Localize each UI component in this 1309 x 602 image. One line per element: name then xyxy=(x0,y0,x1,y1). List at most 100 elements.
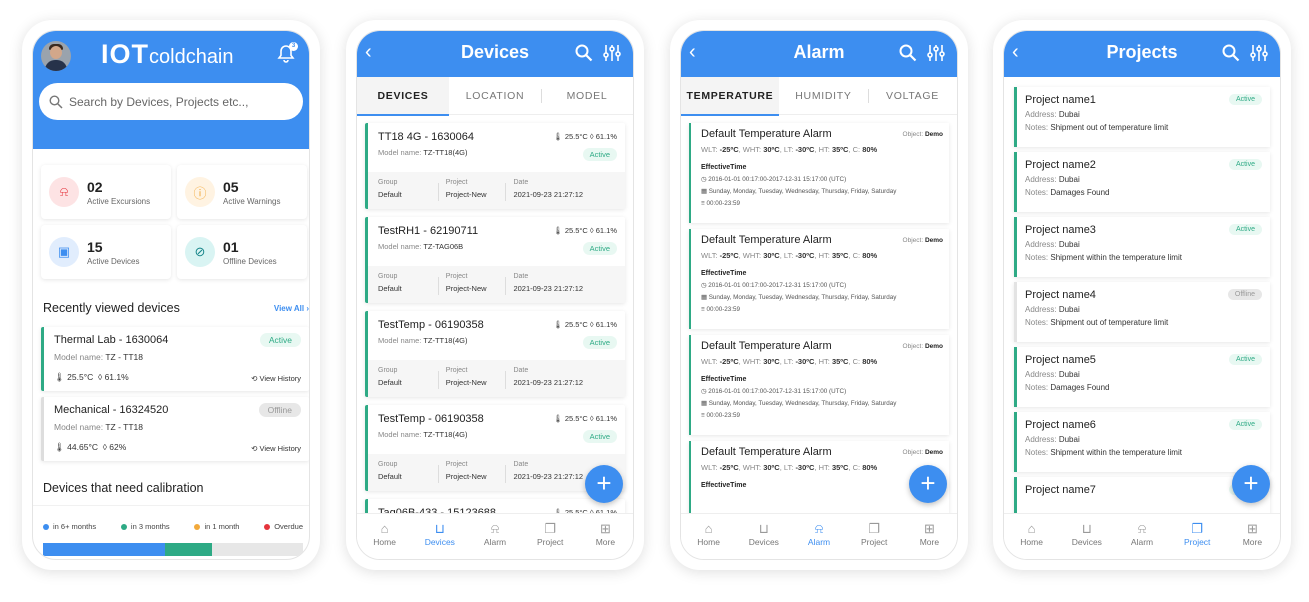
recent-section-header: Recently viewed devices View All › xyxy=(33,285,309,315)
notes-value: Shipment out of temperature limit xyxy=(1050,318,1169,327)
thermometer-icon: 🌡︎ xyxy=(553,320,565,329)
stat-label: Active Devices xyxy=(87,256,140,266)
model-value: TZ-TT18(4G) xyxy=(423,148,468,157)
stat-active-devices[interactable]: ▣ 15 Active Devices xyxy=(41,225,171,279)
filter-icon[interactable] xyxy=(927,44,945,62)
devices-screen-phone: ‹ Devices DEVICES LOCATION MODEL TT18 4G… xyxy=(346,20,644,570)
tab-humidity[interactable]: HUMIDITY xyxy=(779,77,868,115)
tab-model[interactable]: MODEL xyxy=(541,77,633,115)
threshold-wlt: -25ºC xyxy=(719,251,739,260)
device-card[interactable]: TestTemp - 06190358 Model name: TZ-TT18(4… xyxy=(365,311,625,397)
project-card[interactable]: Project name5 Address: Dubai Notes: Damage… xyxy=(1014,347,1270,407)
add-button[interactable]: + xyxy=(585,465,623,503)
humidity: 61.1% xyxy=(104,372,129,382)
threshold-ht: 35ºC xyxy=(831,145,849,154)
bell-icon[interactable]: 3 xyxy=(277,42,298,64)
nav-item-devices[interactable]: ⊔ Devices xyxy=(736,514,791,559)
project-notes: Notes: Damages Found xyxy=(1025,383,1262,392)
search-input[interactable]: Search by Devices, Projects etc.., xyxy=(39,83,303,120)
effective-hours: ≡ 00:00-23:59 xyxy=(701,200,941,207)
avatar[interactable] xyxy=(41,41,71,71)
recent-device-card[interactable]: Thermal Lab - 1630064 Model name: TZ - T… xyxy=(41,327,309,391)
devices-icon: ⊔ xyxy=(758,521,769,536)
view-history-button[interactable]: ⟲ View History xyxy=(251,374,301,383)
stat-offline-devices[interactable]: ⊘ 01 Offline Devices xyxy=(177,225,307,279)
nav-item-home[interactable]: ⌂ Home xyxy=(1004,514,1059,559)
nav-item-more[interactable]: ⊞ More xyxy=(578,514,633,559)
view-all-link[interactable]: View All › xyxy=(274,304,309,313)
project-card[interactable]: Project name6 Address: Dubai Notes: Shipme… xyxy=(1014,412,1270,472)
nav-item-more[interactable]: ⊞ More xyxy=(902,514,957,559)
nav-item-alarm[interactable]: ⍾ Alarm xyxy=(467,514,522,559)
search-icon[interactable] xyxy=(575,44,593,62)
object-value: Demo xyxy=(924,237,943,244)
stat-active-excursions[interactable]: ⍾ 02 Active Excursions xyxy=(41,165,171,219)
threshold-label: LT: xyxy=(783,251,796,260)
nav-label: Project xyxy=(860,537,888,547)
tab-voltage[interactable]: VOLTAGE xyxy=(867,77,957,115)
nav-item-project[interactable]: ❐ Project xyxy=(847,514,902,559)
add-button[interactable]: + xyxy=(909,465,947,503)
project-notes: Notes: Shipment within the temperature l… xyxy=(1025,253,1262,262)
notes-value: Shipment out of temperature limit xyxy=(1050,123,1169,132)
alarm-card[interactable]: Default Temperature Alarm Object: Demo WLT… xyxy=(689,335,949,435)
view-history-label: View History xyxy=(259,374,301,383)
threshold-ht: 35ºC xyxy=(831,357,849,366)
object-label: Object: xyxy=(902,449,924,456)
nav-item-project[interactable]: ❐ Project xyxy=(1170,514,1225,559)
nav-item-alarm[interactable]: ⍾ Alarm xyxy=(791,514,846,559)
project-card[interactable]: Project name3 Address: Dubai Notes: Shipme… xyxy=(1014,217,1270,277)
add-button[interactable]: + xyxy=(1232,465,1270,503)
meta-label: Date xyxy=(513,367,529,374)
effective-days: ▦ Sunday, Monday, Tuesday, Wednesday, Th… xyxy=(701,294,941,301)
meta-value: Project-New xyxy=(445,472,487,481)
object-label: Object: xyxy=(902,131,924,138)
view-history-button[interactable]: ⟲ View History xyxy=(251,444,301,453)
device-card[interactable]: TestRH1 - 62190711 Model name: TZ-TAG06B 🌡… xyxy=(365,217,625,303)
nav-label: Devices xyxy=(748,537,779,547)
nav-item-alarm[interactable]: ⍾ Alarm xyxy=(1114,514,1169,559)
device-card-top: TestRH1 - 62190711 Model name: TZ-TAG06B 🌡… xyxy=(368,217,625,266)
effective-time-label: EffectiveTime xyxy=(701,376,747,383)
project-card[interactable]: Project name4 Address: Dubai Notes: Shipme… xyxy=(1014,282,1270,342)
nav-item-more[interactable]: ⊞ More xyxy=(1225,514,1280,559)
nav-item-project[interactable]: ❐ Project xyxy=(523,514,578,559)
humidity-icon: ◊ xyxy=(587,414,596,423)
nav-item-devices[interactable]: ⊔ Devices xyxy=(1059,514,1114,559)
legend-item: Overdue xyxy=(264,522,303,531)
project-name: Project name7 xyxy=(1025,484,1096,496)
model-label: Model name: xyxy=(54,352,104,362)
filter-icon[interactable] xyxy=(1250,44,1268,62)
meta-label: Project xyxy=(445,273,468,280)
threshold-wht: 30ºC xyxy=(763,251,780,260)
nav-label: Home xyxy=(1020,537,1043,547)
nav-item-devices[interactable]: ⊔ Devices xyxy=(412,514,467,559)
nav-item-home[interactable]: ⌂ Home xyxy=(357,514,412,559)
project-name: Project name6 xyxy=(1025,419,1096,431)
tab-devices[interactable]: DEVICES xyxy=(357,76,449,116)
alarm-object: Object: Demo xyxy=(903,343,943,350)
notes-label: Notes: xyxy=(1025,188,1049,197)
project-card[interactable]: Project name2 Address: Dubai Notes: Damage… xyxy=(1014,152,1270,212)
status-badge: Active xyxy=(1228,159,1262,170)
tab-temperature[interactable]: TEMPERATURE xyxy=(681,76,779,116)
status-badge: Active xyxy=(1228,94,1262,105)
chip-icon: ▣ xyxy=(49,237,79,267)
recent-device-card[interactable]: Mechanical - 16324520 Model name: TZ - T… xyxy=(41,397,309,461)
effective-time-label: EffectiveTime xyxy=(701,270,747,277)
meta-label: Project xyxy=(445,461,468,468)
project-card[interactable]: Project name1 Address: Dubai Notes: Shipme… xyxy=(1014,87,1270,147)
search-icon[interactable] xyxy=(899,44,917,62)
search-icon[interactable] xyxy=(1222,44,1240,62)
threshold-label: LT: xyxy=(783,357,796,366)
status-badge: Active xyxy=(582,336,617,349)
nav-item-home[interactable]: ⌂ Home xyxy=(681,514,736,559)
filter-icon[interactable] xyxy=(603,44,621,62)
alarm-card[interactable]: Default Temperature Alarm Object: Demo WLT… xyxy=(689,123,949,223)
device-card[interactable]: TT18 4G - 1630064 Model name: TZ-TT18(4G)… xyxy=(365,123,625,209)
alarm-card[interactable]: Default Temperature Alarm Object: Demo WLT… xyxy=(689,229,949,329)
stat-label: Active Warnings xyxy=(223,196,281,206)
tab-location[interactable]: LOCATION xyxy=(449,77,541,115)
address-value: Dubai xyxy=(1058,435,1080,444)
stat-active-warnings[interactable]: ⓘ 05 Active Warnings xyxy=(177,165,307,219)
